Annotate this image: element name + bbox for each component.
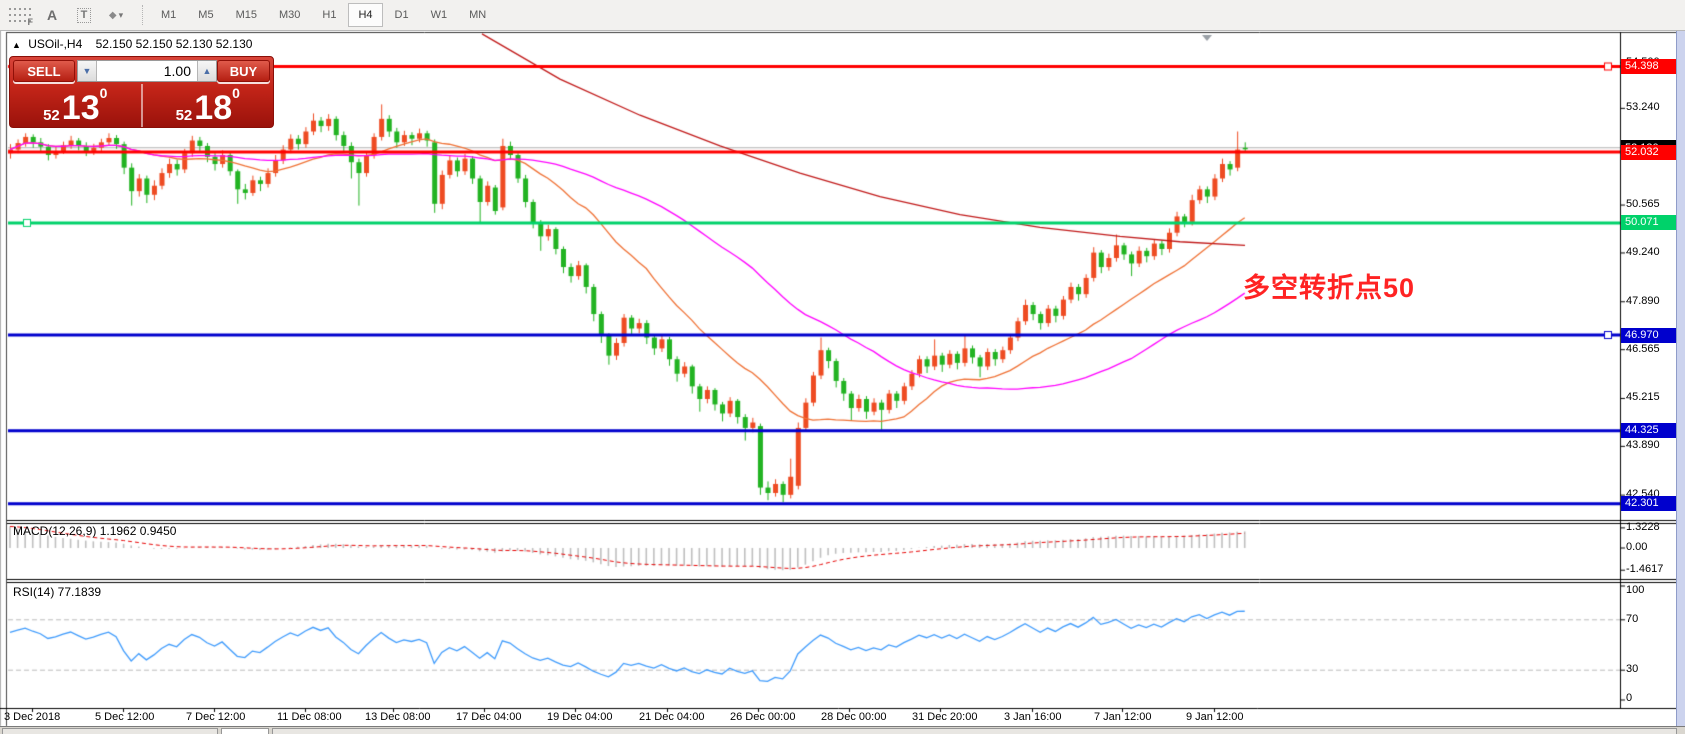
- date-axis-label: 21 Dec 04:00: [639, 711, 704, 723]
- date-axis-label: 28 Dec 00:00: [821, 711, 886, 723]
- date-axis-label: 11 Dec 08:00: [277, 711, 342, 723]
- date-axis-label: 31 Dec 20:00: [912, 711, 977, 723]
- date-axis-label: 26 Dec 00:00: [730, 711, 795, 723]
- date-axis-label: 7 Dec 12:00: [186, 711, 245, 723]
- rsi-tick-label: 100: [1626, 584, 1644, 596]
- shapes-tool-button[interactable]: ◆▾: [103, 3, 129, 27]
- volume-value[interactable]: 1.00: [97, 61, 197, 81]
- price-tick-label: 47.890: [1626, 295, 1660, 307]
- volume-stepper: ▼ 1.00 ▲: [77, 60, 217, 82]
- fibonacci-tool-button[interactable]: F: [7, 3, 33, 27]
- text-tool-button[interactable]: T: [71, 3, 97, 27]
- date-axis-label: 3 Jan 16:00: [1004, 711, 1062, 723]
- buy-price-display[interactable]: 52180: [141, 84, 274, 127]
- toolbar-separator: [142, 5, 144, 25]
- date-axis-label: 17 Dec 04:00: [456, 711, 521, 723]
- macd-tick-label: 0.00: [1626, 541, 1647, 553]
- volume-increase-button[interactable]: ▲: [197, 61, 216, 81]
- trading-terminal-window: FAT ◆▾ M1M5M15M30H1H4D1W1MN ▲ USOil-,H4 5…: [0, 0, 1685, 734]
- symbol-timeframe-label: USOil-,H4: [28, 37, 82, 51]
- date-axis-label: 9 Jan 12:00: [1186, 711, 1244, 723]
- level-price-label: 46.970: [1621, 328, 1676, 343]
- date-axis-label: 7 Jan 12:00: [1094, 711, 1152, 723]
- macd-tick-label: -1.4617: [1626, 563, 1663, 575]
- level-price-label: 42.301: [1621, 496, 1676, 511]
- timeframe-h1-button[interactable]: H1: [312, 3, 346, 27]
- chart-tab[interactable]: [2, 728, 218, 734]
- level-price-label: 50.071: [1621, 215, 1676, 230]
- date-axis-label: 3 Dec 2018: [4, 711, 60, 723]
- timeframe-m1-button[interactable]: M1: [151, 3, 186, 27]
- rsi-tick-label: 0: [1626, 692, 1632, 704]
- macd-tick-label: 1.3228: [1626, 521, 1660, 533]
- text-icon: T: [77, 8, 92, 23]
- rsi-label: RSI(14) 77.1839: [13, 585, 101, 599]
- level-price-label: 44.325: [1621, 423, 1676, 438]
- date-axis-label: 19 Dec 04:00: [547, 711, 612, 723]
- price-tick-label: 46.565: [1626, 343, 1660, 355]
- date-axis-label: 13 Dec 08:00: [365, 711, 430, 723]
- chart-annotation: 多空转折点50: [1243, 266, 1415, 305]
- price-tick-label: 49.240: [1626, 246, 1660, 258]
- collapse-triangle-icon[interactable]: ▲: [12, 40, 21, 50]
- fibonacci-icon: F: [9, 7, 31, 23]
- chart-tab-selected[interactable]: [221, 728, 269, 734]
- sell-button[interactable]: SELL: [13, 60, 75, 82]
- level-price-label: 54.398: [1621, 59, 1676, 74]
- buy-button[interactable]: BUY: [217, 60, 270, 82]
- price-tick-label: 53.240: [1626, 101, 1660, 113]
- macd-label: MACD(12,26,9) 1.1962 0.9450: [13, 524, 176, 538]
- chart-title: ▲ USOil-,H4 52.150 52.150 52.130 52.130: [12, 37, 252, 51]
- vertical-scrollbar[interactable]: [1676, 30, 1685, 734]
- chevron-down-icon: ▾: [119, 10, 124, 21]
- rsi-tick-label: 70: [1626, 613, 1638, 625]
- date-axis-label: 5 Dec 12:00: [95, 711, 154, 723]
- rsi-tick-label: 30: [1626, 663, 1638, 675]
- price-tick-label: 50.565: [1626, 198, 1660, 210]
- timeframe-w1-button[interactable]: W1: [421, 3, 458, 27]
- sell-price-display[interactable]: 52130: [10, 84, 141, 127]
- volume-decrease-button[interactable]: ▼: [78, 61, 97, 81]
- toolbar: FAT ◆▾ M1M5M15M30H1H4D1W1MN: [0, 0, 1685, 31]
- ohlc-values: 52.150 52.150 52.130 52.130: [96, 37, 253, 51]
- timeframe-m15-button[interactable]: M15: [226, 3, 267, 27]
- shapes-icon: ◆: [109, 10, 117, 21]
- chart-tab[interactable]: [272, 728, 1677, 734]
- text-label-icon[interactable]: A: [39, 3, 65, 27]
- timeframe-m30-button[interactable]: M30: [269, 3, 310, 27]
- one-click-trading-panel: SELL ▼ 1.00 ▲ BUY 52130 52180: [9, 56, 274, 128]
- timeframe-d1-button[interactable]: D1: [385, 3, 419, 27]
- price-tick-label: 45.215: [1626, 391, 1660, 403]
- level-price-label: 52.032: [1621, 145, 1676, 160]
- bottom-tab-bar: [0, 726, 1685, 734]
- timeframe-h4-button[interactable]: H4: [348, 3, 382, 27]
- timeframe-m5-button[interactable]: M5: [188, 3, 223, 27]
- price-tick-label: 43.890: [1626, 439, 1660, 451]
- timeframe-mn-button[interactable]: MN: [459, 3, 496, 27]
